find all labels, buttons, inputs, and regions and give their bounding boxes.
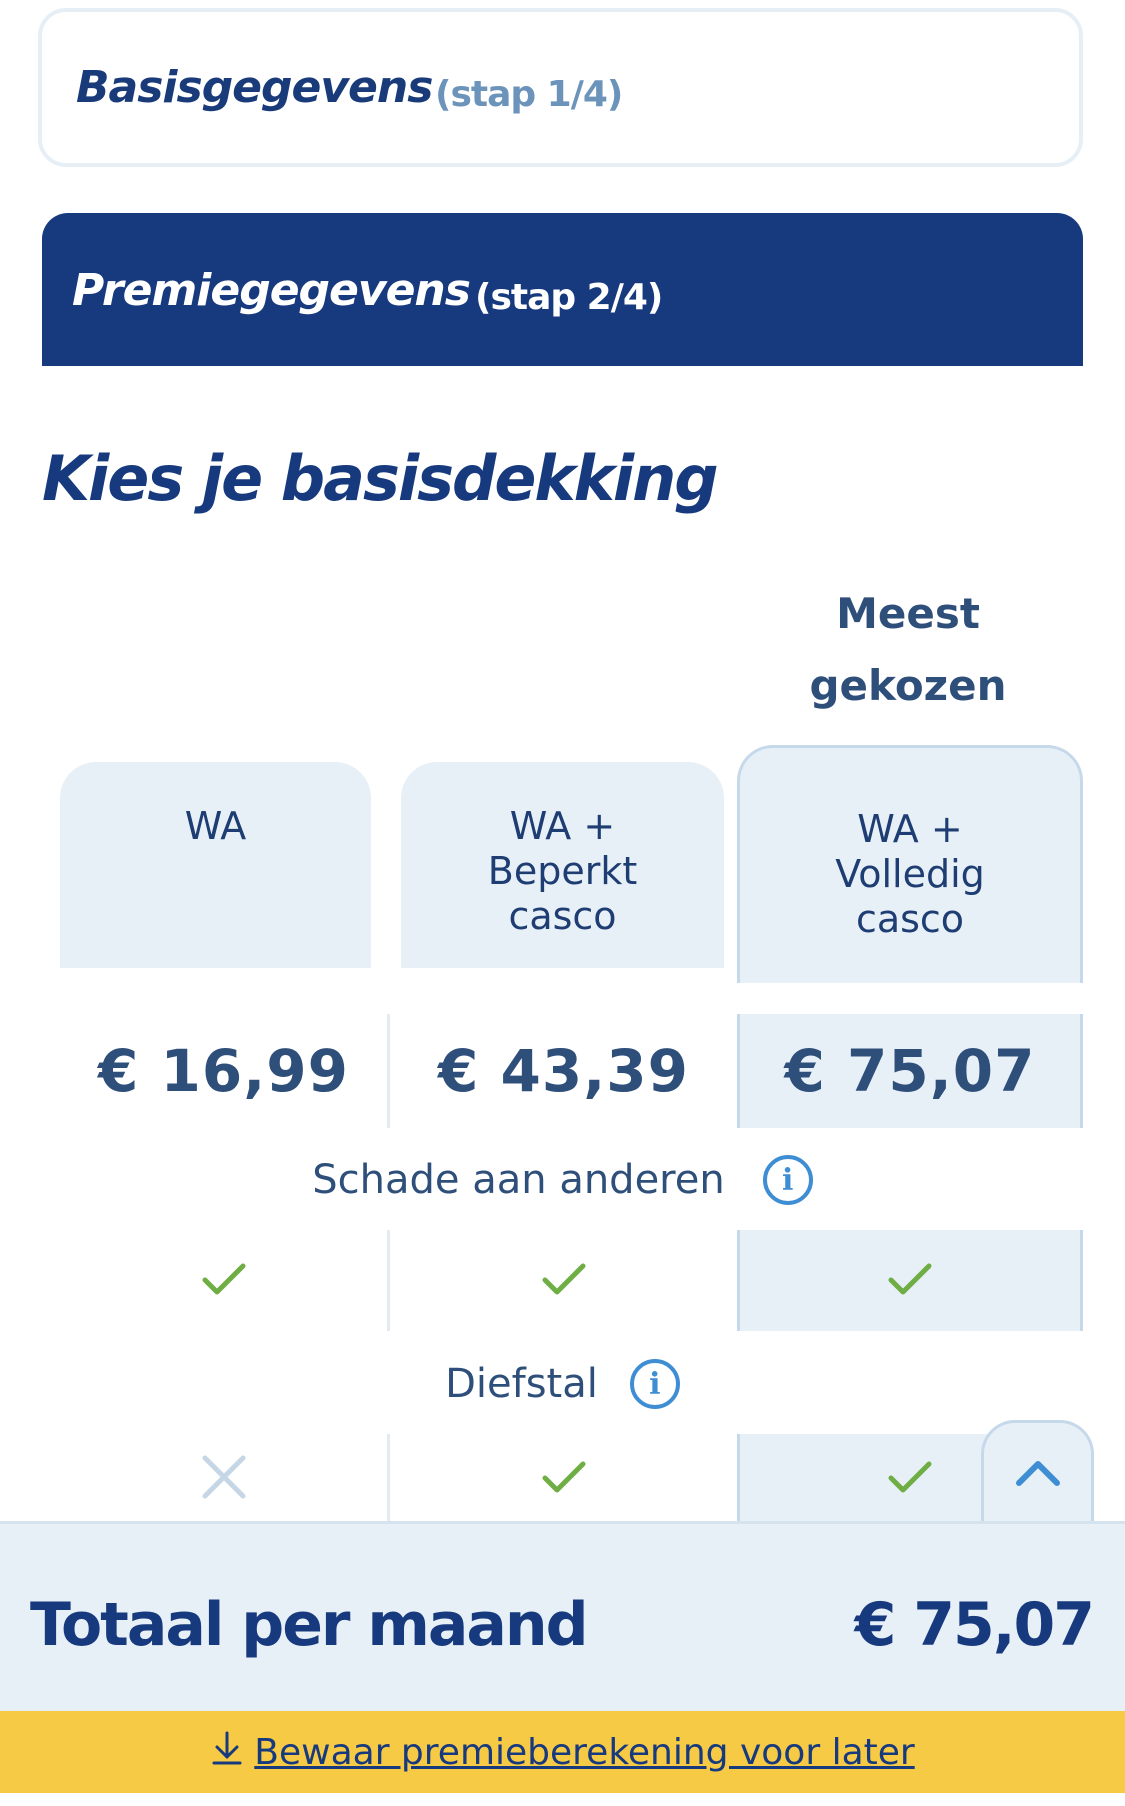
total-bar: Totaal per maand € 75,07 [0,1521,1125,1711]
plan-name-line: WA + [509,804,616,848]
price-cell-wa-beperkt[interactable]: € 43,39 [387,1014,737,1128]
info-icon[interactable]: i [629,1359,680,1409]
coverage-label: Schade aan anderen [312,1157,725,1203]
step-title: Premiegegevens [72,265,471,316]
step-title: Basisgegevens [76,62,433,113]
download-icon [210,1730,244,1775]
save-calculation-link[interactable]: Bewaar premieberekening voor later [0,1711,1125,1793]
plan-wa-beperkt-casco[interactable]: WA + Beperkt casco [401,762,724,968]
check-icon [887,1458,933,1500]
save-label: Bewaar premieberekening voor later [254,1731,915,1773]
plan-price: € 43,39 [437,1037,689,1105]
coverage-cell [60,1434,387,1524]
check-icon [541,1458,587,1500]
coverage-label: Diefstal [445,1361,598,1407]
price-cell-wa-volledig[interactable]: € 75,07 [737,1014,1083,1128]
plan-wa[interactable]: WA [60,762,371,968]
check-icon [541,1260,587,1302]
plan-price: € 75,07 [784,1037,1036,1105]
chevron-up-icon [1015,1457,1061,1530]
coverage-row-label: Diefstal i [0,1354,1125,1414]
step-counter: (stap 2/4) [475,277,663,318]
coverage-row-label: Schade aan anderen i [0,1150,1125,1210]
info-icon[interactable]: i [762,1155,813,1205]
step-basisgegevens[interactable]: Basisgegevens (stap 1/4) [38,8,1083,167]
total-label: Totaal per maand [30,1590,589,1660]
plan-name-line: casco [855,897,965,941]
page-heading: Kies je basisdekking [42,442,719,515]
total-value: € 75,07 [854,1590,1095,1660]
coverage-cell [737,1230,1083,1331]
coverage-cell [387,1434,737,1524]
plan-name-line: Beperkt [487,849,638,893]
scroll-to-top-button[interactable] [981,1420,1094,1530]
step-premiegegevens[interactable]: Premiegegevens (stap 2/4) [42,213,1083,366]
plan-name-line: WA + [857,807,963,851]
most-chosen-label: Meest gekozen [738,578,1078,722]
step-counter: (stap 1/4) [435,74,623,115]
check-icon [887,1260,933,1302]
most-chosen-line2: gekozen [809,661,1007,710]
check-icon [201,1260,247,1302]
plan-price: € 16,99 [97,1037,349,1105]
price-cell-wa[interactable]: € 16,99 [60,1014,387,1128]
bottom-edge [0,1793,1125,1806]
plan-name-line: Volledig [835,852,985,896]
cross-icon [201,1454,247,1504]
most-chosen-line1: Meest [836,589,980,638]
coverage-cell [60,1230,387,1331]
coverage-cell [387,1230,737,1331]
plan-wa-volledig-casco[interactable]: WA + Volledig casco [737,745,1083,983]
plan-name-line: WA [184,804,247,848]
plan-name-line: casco [508,894,617,938]
